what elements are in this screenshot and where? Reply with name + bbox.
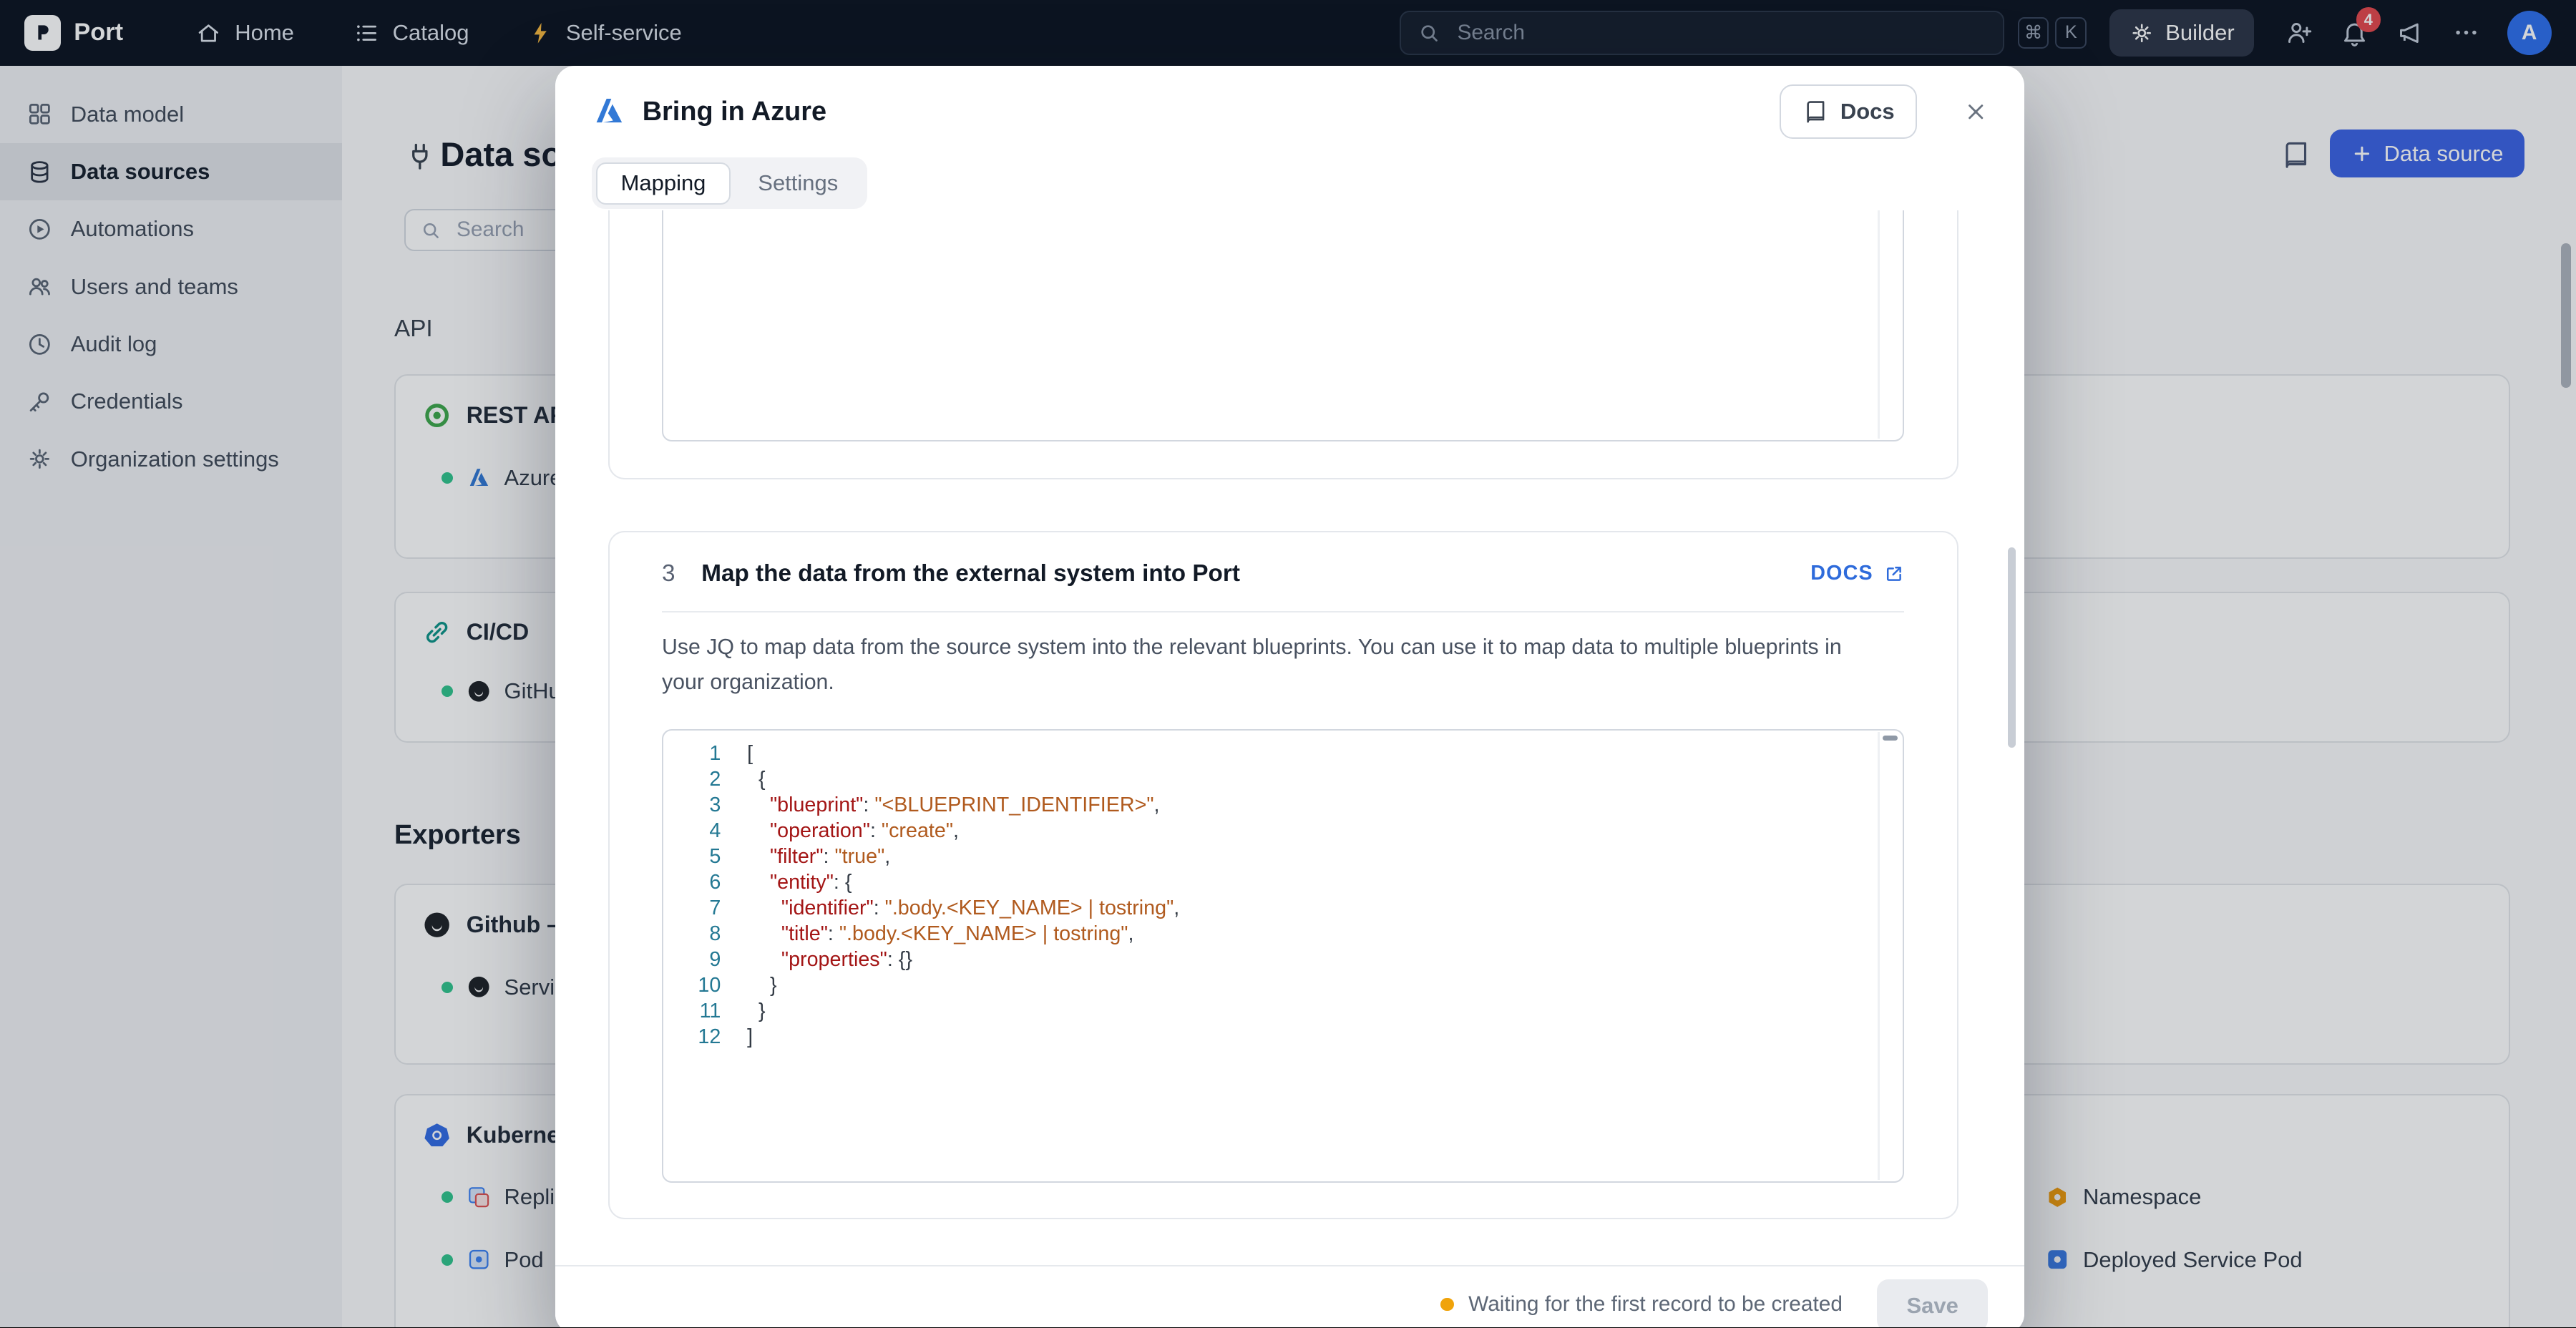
step-title: Map the data from the external system in…	[701, 560, 1240, 587]
modal-title: Bring in Azure	[643, 97, 826, 127]
docs-button[interactable]: Docs	[1780, 84, 1917, 139]
divider	[662, 611, 1904, 612]
line-number: 9	[663, 947, 721, 972]
code-line: "properties": {}	[747, 947, 1179, 972]
code-line: [	[747, 741, 1179, 766]
waiting-status-text: Waiting for the first record to be creat…	[1468, 1289, 1843, 1319]
line-number: 3	[663, 792, 721, 818]
step-heading-row: 3 Map the data from the external system …	[662, 560, 1904, 587]
docs-link-label: DOCS	[1810, 562, 1873, 585]
code-line: "identifier": ".body.<KEY_NAME> | tostri…	[747, 895, 1179, 921]
previous-step-card	[608, 210, 1958, 480]
code-lines: [ { "blueprint": "<BLUEPRINT_IDENTIFIER>…	[736, 741, 1179, 1050]
line-number: 8	[663, 921, 721, 947]
line-number: 10	[663, 972, 721, 998]
mapping-step-card: 3 Map the data from the external system …	[608, 531, 1958, 1219]
code-line: "title": ".body.<KEY_NAME> | tostring",	[747, 921, 1179, 947]
tab-settings[interactable]: Settings	[733, 162, 862, 204]
close-button[interactable]	[1963, 99, 1988, 124]
line-number: 6	[663, 869, 721, 895]
previous-code-editor[interactable]	[662, 210, 1904, 441]
close-icon	[1963, 99, 1988, 124]
code-line: "operation": "create",	[747, 818, 1179, 844]
line-number: 5	[663, 844, 721, 869]
editor-scroll-gutter	[1878, 210, 1879, 439]
code-line: {	[747, 766, 1179, 792]
code-line: }	[747, 998, 1179, 1024]
modal-footer: Waiting for the first record to be creat…	[555, 1265, 2024, 1327]
save-button[interactable]: Save	[1877, 1279, 1988, 1327]
editor-scroll-gutter	[1878, 732, 1879, 1179]
tab-group: Mapping Settings	[592, 157, 868, 209]
step-number: 3	[662, 560, 675, 587]
line-number: 11	[663, 998, 721, 1024]
modal-tabs: Mapping Settings	[555, 157, 2024, 209]
code-line: "entity": {	[747, 869, 1179, 895]
book-icon	[1802, 99, 1829, 125]
editor-scrollbar-dash[interactable]	[1883, 736, 1898, 741]
step-description: Use JQ to map data from the source syste…	[662, 630, 1881, 699]
code-line: "blueprint": "<BLUEPRINT_IDENTIFIER>",	[747, 792, 1179, 818]
line-number: 12	[663, 1024, 721, 1050]
app-viewport: Port Home Catalog Self-service ⌘ K	[0, 0, 2576, 1327]
modal-content: 3 Map the data from the external system …	[555, 210, 2024, 1265]
external-link-icon	[1883, 563, 1905, 585]
modal-scrollbar-thumb[interactable]	[2008, 547, 2016, 748]
waiting-status-dot	[1440, 1298, 1453, 1311]
azure-icon	[592, 94, 626, 129]
docs-link[interactable]: DOCS	[1810, 562, 1904, 585]
tab-mapping[interactable]: Mapping	[596, 162, 730, 204]
code-gutter: 123456789101112	[663, 741, 736, 1050]
code-line: "filter": "true",	[747, 844, 1179, 869]
line-number: 4	[663, 818, 721, 844]
line-number: 2	[663, 766, 721, 792]
line-number: 7	[663, 895, 721, 921]
modal-header: Bring in Azure Docs	[555, 66, 2024, 158]
code-line: }	[747, 972, 1179, 998]
mapping-code-editor[interactable]: 123456789101112 [ { "blueprint": "<BLUEP…	[662, 729, 1904, 1183]
bring-in-azure-modal: Bring in Azure Docs Mapping Settings	[555, 66, 2024, 1327]
code-line: ]	[747, 1024, 1179, 1050]
line-number: 1	[663, 741, 721, 766]
editor-body: 123456789101112 [ { "blueprint": "<BLUEP…	[663, 741, 1873, 1050]
docs-button-label: Docs	[1840, 99, 1895, 125]
